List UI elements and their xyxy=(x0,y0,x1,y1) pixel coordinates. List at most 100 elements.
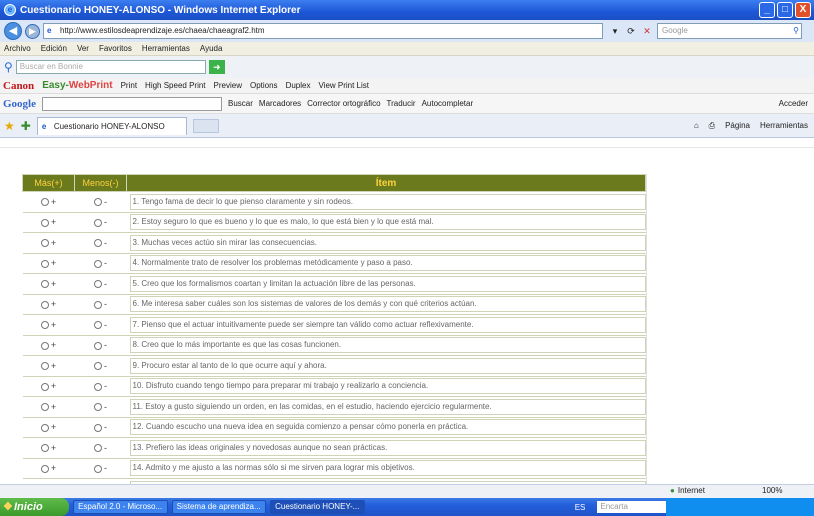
plus-option[interactable]: + xyxy=(22,376,75,397)
plus-radio-icon[interactable] xyxy=(40,280,49,289)
dropdown-icon[interactable]: ▾ xyxy=(608,24,622,38)
plus-option[interactable]: + xyxy=(22,314,75,336)
plus-radio-icon[interactable] xyxy=(40,259,49,268)
plus-radio-icon[interactable] xyxy=(40,403,49,412)
toolbar-go-button[interactable]: ➜ xyxy=(208,60,225,74)
minus-radio-icon[interactable] xyxy=(94,321,102,330)
plus-option[interactable]: + xyxy=(22,273,75,295)
minus-option[interactable]: - xyxy=(74,396,127,418)
canon-high-speed-print-button[interactable]: High Speed Print xyxy=(145,81,205,90)
plus-option[interactable]: + xyxy=(22,212,75,233)
canon-view-print-list-button[interactable]: View Print List xyxy=(318,81,369,90)
forward-button[interactable]: ▶ xyxy=(25,23,40,39)
plus-option[interactable]: + xyxy=(22,396,75,418)
back-button[interactable]: ◀ xyxy=(4,22,22,40)
favorites-star-icon[interactable]: ★ xyxy=(4,119,15,133)
minus-option[interactable]: - xyxy=(74,376,127,397)
minus-radio-icon[interactable] xyxy=(94,382,102,391)
google-corrector-button[interactable]: Corrector ortográfico xyxy=(307,99,380,108)
minus-option[interactable]: - xyxy=(74,355,127,377)
pagina-menu[interactable]: Página xyxy=(725,121,750,131)
search-icon[interactable]: ⚲ xyxy=(793,24,799,38)
minus-option[interactable]: - xyxy=(74,417,127,438)
plus-radio-icon[interactable] xyxy=(40,362,49,371)
minus-radio-icon[interactable] xyxy=(94,444,102,453)
minus-option[interactable]: - xyxy=(74,191,127,213)
google-acceder-button[interactable]: Acceder xyxy=(779,99,808,108)
canon-preview-button[interactable]: Preview xyxy=(214,81,242,90)
google-marcadores-button[interactable]: Marcadores xyxy=(259,99,301,108)
language-indicator[interactable]: ES xyxy=(575,503,586,512)
zoom-level[interactable]: 100% xyxy=(762,486,782,495)
plus-option[interactable]: + xyxy=(22,294,75,315)
minus-radio-icon[interactable] xyxy=(94,362,102,371)
plus-radio-icon[interactable] xyxy=(40,198,49,207)
menu-archivo[interactable]: Archivo xyxy=(4,44,31,53)
plus-radio-icon[interactable] xyxy=(40,444,49,453)
herramientas-menu[interactable]: Herramientas xyxy=(760,121,808,131)
minus-radio-icon[interactable] xyxy=(94,259,102,268)
google-traducir-button[interactable]: Traducir xyxy=(387,99,416,108)
start-button[interactable]: Inicio xyxy=(0,498,70,516)
minus-option[interactable]: - xyxy=(74,253,127,274)
minimize-button[interactable]: _ xyxy=(759,2,775,18)
minus-radio-icon[interactable] xyxy=(94,300,102,309)
menu-edicion[interactable]: Edición xyxy=(41,44,67,53)
refresh-icon[interactable]: ⟳ xyxy=(624,24,638,38)
plus-option[interactable]: + xyxy=(22,253,75,274)
minus-option[interactable]: - xyxy=(74,437,127,459)
toolbar-search-input[interactable]: Buscar en Bonnie xyxy=(15,60,206,74)
home-icon[interactable]: ⌂ xyxy=(694,121,699,131)
taskbar-item-cuestionario[interactable]: Cuestionario HONEY-... xyxy=(270,500,365,514)
plus-option[interactable]: + xyxy=(22,335,75,356)
menu-ver[interactable]: Ver xyxy=(77,44,89,53)
print-icon[interactable]: ⎙ xyxy=(709,121,715,131)
minus-option[interactable]: - xyxy=(74,458,127,479)
url-field[interactable]: http://www.estilosdeaprendizaje.es/chaea… xyxy=(43,23,603,39)
google-autocompletar-button[interactable]: Autocompletar xyxy=(422,99,474,108)
maximize-button[interactable]: □ xyxy=(777,2,793,18)
plus-option[interactable]: + xyxy=(22,191,75,213)
canon-duplex-button[interactable]: Duplex xyxy=(286,81,311,90)
plus-radio-icon[interactable] xyxy=(40,321,49,330)
minus-option[interactable]: - xyxy=(74,273,127,295)
plus-radio-icon[interactable] xyxy=(40,423,49,432)
stop-icon[interactable]: ✕ xyxy=(640,24,654,38)
taskbar-item-espanol[interactable]: Español 2.0 - Microso... xyxy=(73,500,168,514)
plus-radio-icon[interactable] xyxy=(40,341,49,350)
minus-option[interactable]: - xyxy=(74,232,127,254)
plus-radio-icon[interactable] xyxy=(40,239,49,248)
plus-option[interactable]: + xyxy=(22,232,75,254)
minus-option[interactable]: - xyxy=(74,294,127,315)
plus-option[interactable]: + xyxy=(22,355,75,377)
plus-option[interactable]: + xyxy=(22,437,75,459)
encarta-search-input[interactable]: Encarta xyxy=(597,501,667,513)
minus-option[interactable]: - xyxy=(74,314,127,336)
taskbar-item-sistema[interactable]: Sistema de aprendiza... xyxy=(171,500,267,514)
minus-radio-icon[interactable] xyxy=(94,198,102,207)
minus-option[interactable]: - xyxy=(74,212,127,233)
add-favorite-icon[interactable]: ✚ xyxy=(21,119,31,133)
minus-radio-icon[interactable] xyxy=(94,280,102,289)
plus-option[interactable]: + xyxy=(22,458,75,479)
plus-radio-icon[interactable] xyxy=(40,218,49,227)
menu-ayuda[interactable]: Ayuda xyxy=(200,44,223,53)
canon-print-button[interactable]: Print xyxy=(121,81,137,90)
plus-radio-icon[interactable] xyxy=(40,464,49,473)
plus-radio-icon[interactable] xyxy=(40,382,49,391)
minus-radio-icon[interactable] xyxy=(94,403,102,412)
minus-radio-icon[interactable] xyxy=(94,423,102,432)
google-buscar-button[interactable]: Buscar xyxy=(228,99,253,108)
new-tab-button[interactable] xyxy=(192,118,219,133)
plus-radio-icon[interactable] xyxy=(40,300,49,309)
menu-favoritos[interactable]: Favoritos xyxy=(99,44,132,53)
canon-options-button[interactable]: Options xyxy=(250,81,278,90)
minus-option[interactable]: - xyxy=(74,335,127,356)
plus-option[interactable]: + xyxy=(22,417,75,438)
close-button[interactable]: X xyxy=(795,2,811,18)
minus-radio-icon[interactable] xyxy=(94,464,102,473)
search-field[interactable]: Google ⚲ xyxy=(657,23,802,39)
minus-radio-icon[interactable] xyxy=(94,239,102,248)
minus-radio-icon[interactable] xyxy=(94,218,102,227)
minus-radio-icon[interactable] xyxy=(94,341,102,350)
